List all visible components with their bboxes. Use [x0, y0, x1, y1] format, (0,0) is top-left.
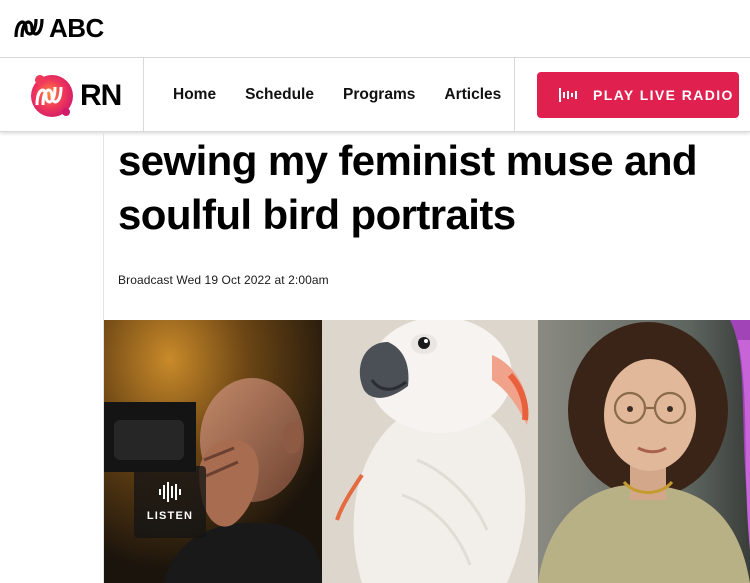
rn-lissajous-icon	[31, 75, 73, 117]
waveform-icon	[559, 88, 577, 102]
nav-schedule[interactable]: Schedule	[245, 86, 314, 104]
play-live-radio-button[interactable]: PLAY LIVE RADIO	[537, 72, 739, 118]
play-live-radio-label: PLAY LIVE RADIO	[593, 87, 734, 103]
photo-photographer	[104, 320, 322, 583]
photo-artist-portrait	[538, 320, 750, 583]
abc-logo-text: ABC	[49, 13, 104, 43]
photo-cockatoo	[322, 320, 538, 583]
nav-articles[interactable]: Articles	[444, 86, 501, 104]
audio-waveform-icon	[159, 482, 181, 502]
header-divider-right	[514, 58, 515, 132]
headline-line-1: sewing my feminist muse and	[118, 137, 698, 184]
listen-button[interactable]: LISTEN	[134, 466, 206, 538]
abc-lissajous-icon	[14, 18, 44, 38]
nav-home[interactable]: Home	[173, 86, 216, 104]
headline-line-2: soulful bird portraits	[118, 191, 516, 238]
main-nav: Home Schedule Programs Articles	[173, 58, 501, 132]
listen-label: LISTEN	[146, 510, 194, 522]
rn-logo-text: RN	[80, 79, 122, 112]
rn-logo-link[interactable]: RN	[28, 71, 122, 121]
abc-logo-link[interactable]: ABC	[13, 15, 104, 41]
abc-top-bar: ABC	[0, 0, 750, 58]
broadcast-date: Broadcast Wed 19 Oct 2022 at 2:00am	[118, 273, 329, 287]
article-headline: sewing my feminist muse and soulful bird…	[118, 134, 738, 242]
hero-image-collage	[104, 320, 750, 583]
header-divider-left	[143, 58, 144, 132]
rn-header: RN Home Schedule Programs Articles PLAY …	[0, 58, 750, 132]
nav-programs[interactable]: Programs	[343, 86, 415, 104]
